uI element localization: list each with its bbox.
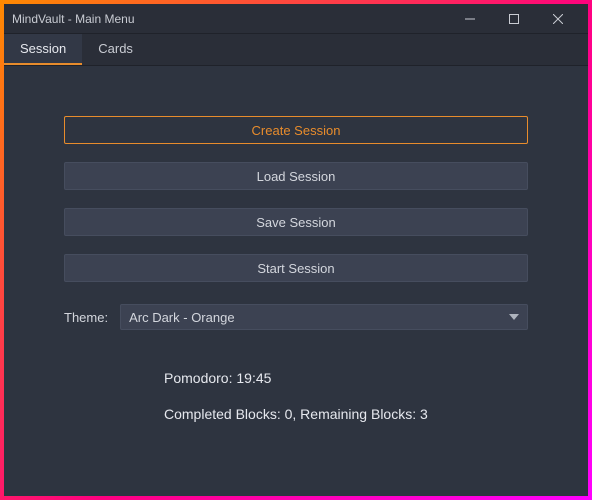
titlebar: MindVault - Main Menu (4, 4, 588, 34)
tab-label: Cards (98, 41, 133, 56)
status-area: Pomodoro: 19:45 Completed Blocks: 0, Rem… (64, 370, 528, 442)
create-session-button[interactable]: Create Session (64, 116, 528, 144)
pomodoro-status: Pomodoro: 19:45 (164, 370, 528, 386)
theme-label: Theme: (64, 310, 108, 325)
maximize-button[interactable] (492, 4, 536, 34)
chevron-down-icon (509, 310, 519, 325)
save-session-button[interactable]: Save Session (64, 208, 528, 236)
content-area: Create Session Load Session Save Session… (4, 66, 588, 496)
close-button[interactable] (536, 4, 580, 34)
tab-session[interactable]: Session (4, 34, 82, 65)
maximize-icon (509, 14, 519, 24)
app-window: MindVault - Main Menu Session Cards Crea… (4, 4, 588, 496)
close-icon (553, 14, 563, 24)
theme-select[interactable]: Arc Dark - Orange (120, 304, 528, 330)
minimize-button[interactable] (448, 4, 492, 34)
window-title: MindVault - Main Menu (12, 12, 448, 26)
theme-row: Theme: Arc Dark - Orange (64, 304, 528, 330)
blocks-status: Completed Blocks: 0, Remaining Blocks: 3 (164, 406, 528, 422)
tab-cards[interactable]: Cards (82, 34, 149, 65)
minimize-icon (465, 14, 475, 24)
tabbar: Session Cards (4, 34, 588, 66)
tab-label: Session (20, 41, 66, 56)
window-controls (448, 4, 580, 34)
load-session-button[interactable]: Load Session (64, 162, 528, 190)
theme-select-value: Arc Dark - Orange (129, 310, 234, 325)
start-session-button[interactable]: Start Session (64, 254, 528, 282)
